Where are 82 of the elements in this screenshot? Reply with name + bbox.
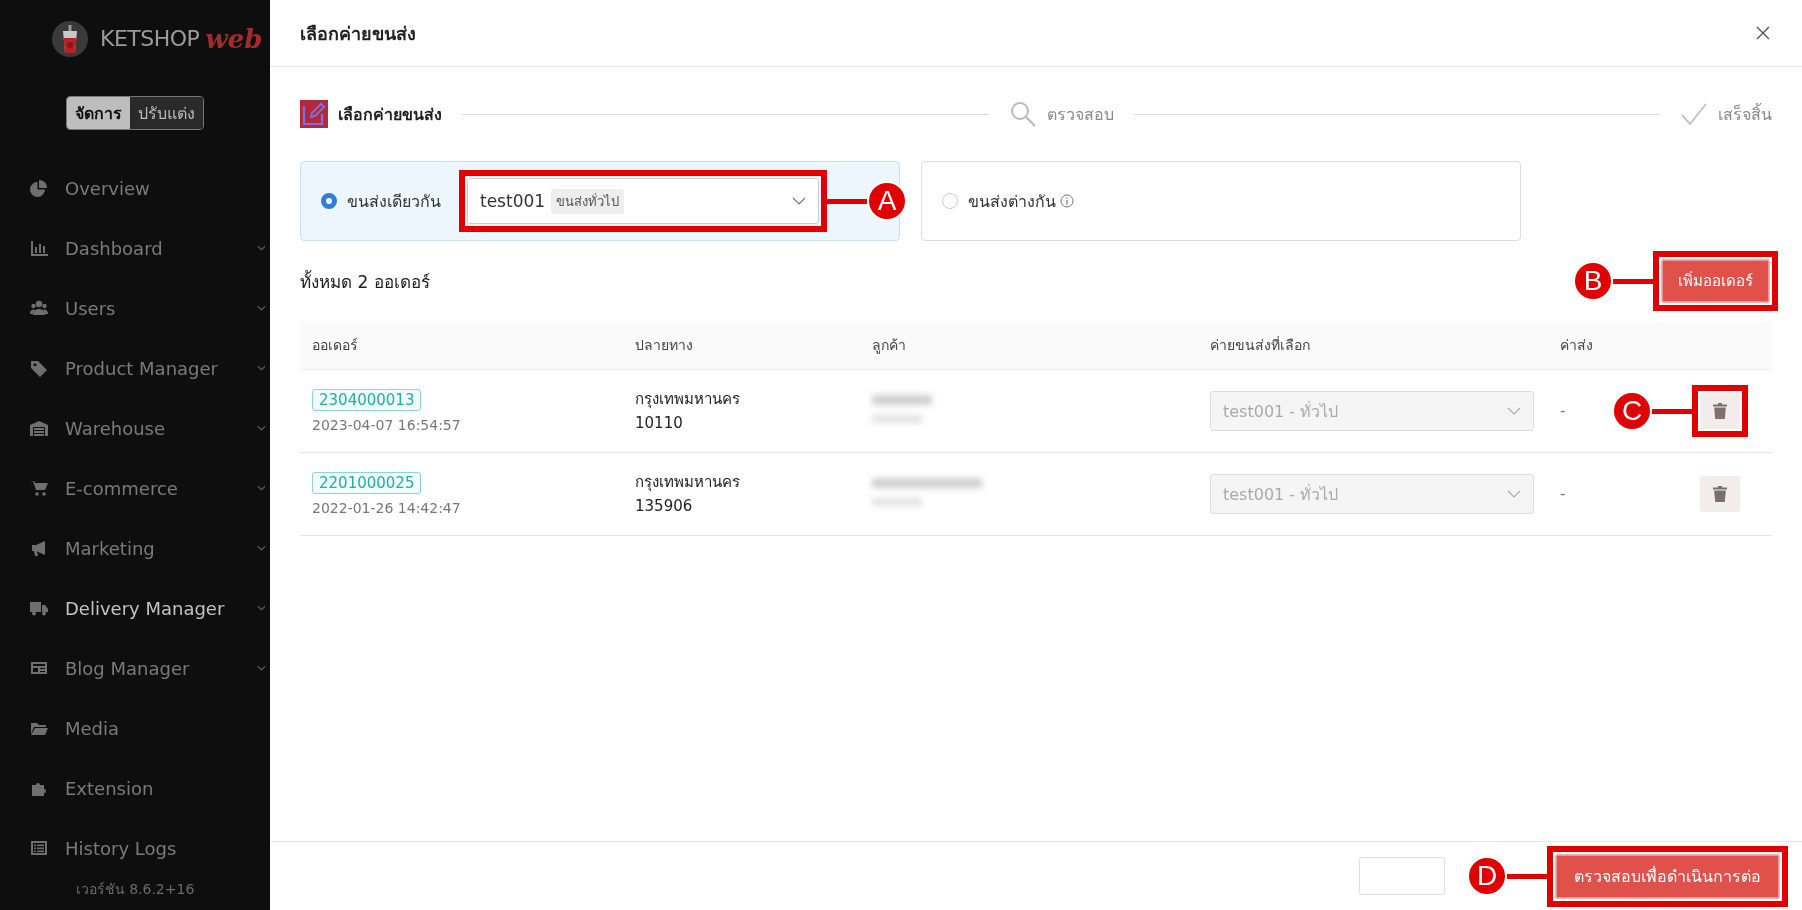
pie-chart-icon (30, 179, 48, 197)
destination-text: 135906 (635, 496, 694, 517)
sidebar-item[interactable]: E-commerce (0, 458, 270, 518)
sidebar-item[interactable]: Warehouse (0, 398, 270, 458)
step-label: เสร็จสิ้น (1718, 102, 1772, 126)
sidebar-item[interactable]: Dashboard (0, 218, 270, 278)
trash-icon (1713, 403, 1727, 419)
list-icon (30, 839, 48, 857)
mode-tab[interactable]: ปรับแต่ง (130, 96, 203, 129)
delete-button[interactable] (1700, 476, 1740, 512)
annotation-badge: A (867, 181, 907, 221)
sidebar-item[interactable]: Marketing (0, 518, 270, 578)
column-header: ปลายทาง (623, 321, 860, 370)
delete-button[interactable] (1700, 393, 1740, 429)
search-icon (1008, 100, 1037, 128)
version-text: เวอร์ชัน 8.6.2+16 (74, 880, 196, 899)
info-icon (1060, 194, 1074, 208)
chevron-down-icon (257, 425, 266, 431)
chevron-down-icon (257, 545, 266, 551)
destination-text: กรุงเทพมหานคร (635, 472, 741, 494)
order-number-badge[interactable]: 2304000013 (312, 389, 422, 411)
chevron-down-icon (257, 665, 266, 671)
chevron-down-icon (1507, 407, 1521, 415)
cart-icon (30, 479, 48, 497)
destination-text: 10110 (635, 413, 684, 434)
chevron-down-icon (1507, 490, 1521, 498)
sidebar-item[interactable]: Extension (0, 758, 270, 818)
step-label: เลือกค่ายขนส่ง (338, 103, 442, 126)
brand-accent: web (205, 23, 263, 54)
tag-icon (30, 359, 48, 377)
carrier-tag: ขนส่งทั่วไป (551, 188, 625, 214)
chevron-down-icon (792, 197, 806, 205)
users-icon (30, 299, 48, 317)
close-icon[interactable] (1756, 26, 1770, 40)
order-date: 2023-04-07 16:54:57 (312, 417, 462, 433)
radio-button[interactable] (321, 193, 337, 209)
edit-icon (300, 100, 328, 128)
sidebar-item[interactable]: Delivery Manager (0, 578, 270, 638)
annotation-badge: C (1612, 391, 1652, 431)
chevron-down-icon (257, 605, 266, 611)
sidebar-item[interactable]: Blog Manager (0, 638, 270, 698)
sauce-bottle-logo-icon (52, 20, 88, 57)
column-header: ออเดอร์ (300, 321, 623, 370)
order-number-badge[interactable]: 2201000025 (312, 472, 422, 494)
radio-button[interactable] (942, 193, 958, 209)
trash-icon (1713, 486, 1727, 502)
sidebar-item[interactable]: Users (0, 278, 270, 338)
chevron-down-icon (257, 245, 266, 251)
option-label: ขนส่งเดียวกัน (347, 190, 441, 213)
review-continue-button[interactable]: ตรวจสอบเพื่อดำเนินการต่อ (1555, 853, 1780, 899)
annotation-badge: D (1467, 856, 1507, 896)
warehouse-icon (30, 419, 48, 437)
shipping-fee: - (1560, 402, 1566, 420)
shipping-fee: - (1560, 485, 1566, 503)
sidebar-item[interactable]: Media (0, 698, 270, 758)
chevron-down-icon (257, 305, 266, 311)
modal-title: เลือกค่ายขนส่ง (300, 21, 416, 46)
step-label: ตรวจสอบ (1046, 103, 1114, 126)
option-card[interactable]: ขนส่งต่างกัน (921, 161, 1521, 241)
destination-text: กรุงเทพมหานคร (635, 389, 741, 411)
newspaper-icon (30, 659, 48, 677)
sidebar-item[interactable]: History Logs (0, 818, 270, 878)
sidebar-item[interactable]: Overview (0, 158, 270, 218)
column-header: ลูกค้า (860, 321, 1198, 370)
brand-name: KETSHOP (100, 26, 200, 52)
annotation-badge: B (1573, 261, 1613, 301)
blurred-text-drawing (872, 395, 932, 423)
chevron-down-icon (257, 365, 266, 371)
column-header: ค่าส่ง (1548, 321, 1678, 370)
carrier-select[interactable]: test001 ขนส่งทั่วไป (467, 178, 819, 224)
chevron-down-icon (257, 485, 266, 491)
order-date: 2022-01-26 14:42:47 (312, 500, 462, 516)
annotation-frame (1692, 385, 1748, 437)
sidebar-item[interactable]: Product Manager (0, 338, 270, 398)
add-order-button[interactable]: เพิ่มออเดอร์ (1661, 259, 1770, 303)
mode-tab[interactable]: จัดการ (67, 96, 130, 129)
megaphone-icon (30, 539, 48, 557)
truck-icon (30, 599, 48, 617)
column-header: ค่ายขนส่งที่เลือก (1198, 321, 1548, 370)
option-label: ขนส่งต่างกัน (968, 190, 1056, 213)
order-total: ทั้งหมด 2 ออเดอร์ (300, 269, 430, 294)
bar-chart-icon (30, 239, 48, 257)
